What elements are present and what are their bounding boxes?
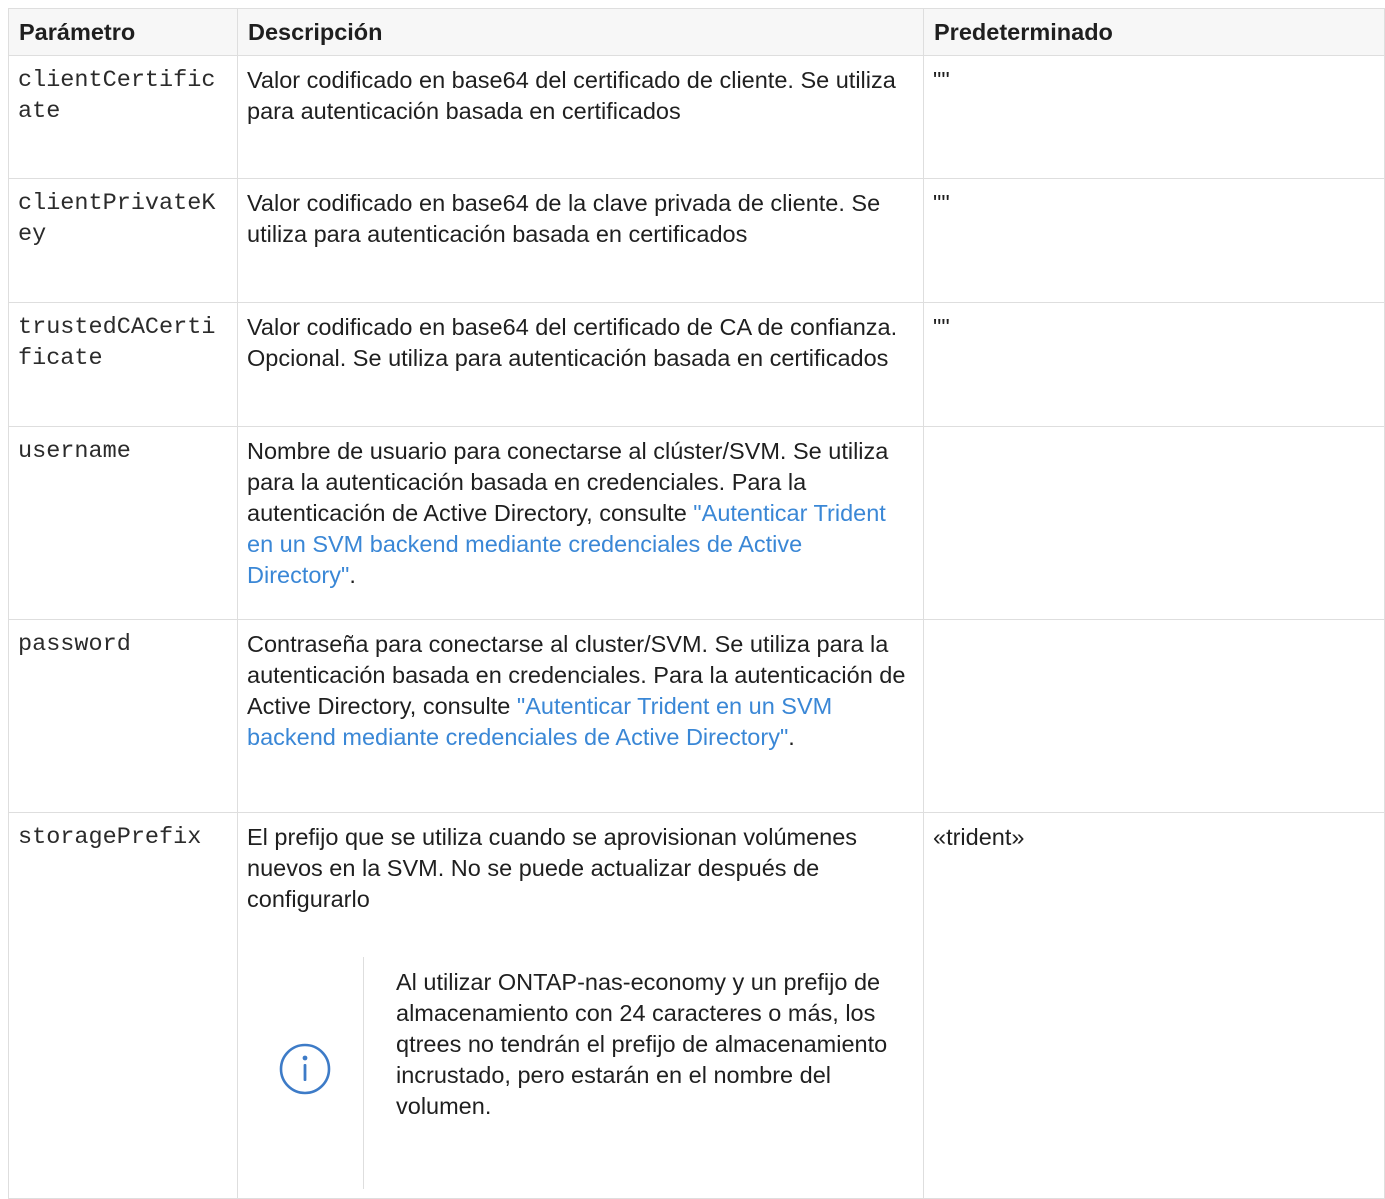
info-circle-icon xyxy=(277,1041,333,1105)
description-text: El prefijo que se utiliza cuando se apro… xyxy=(247,824,858,912)
description-text-end: . xyxy=(788,724,795,750)
param-default: "" xyxy=(923,55,1385,179)
param-default xyxy=(923,426,1385,620)
table-row: username Nombre de usuario para conectar… xyxy=(8,426,1385,620)
param-description: Valor codificado en base64 del certifica… xyxy=(237,302,924,427)
param-description: Valor codificado en base64 de la clave p… xyxy=(237,178,924,303)
param-default: «trident» xyxy=(923,812,1385,1199)
note-text: Al utilizar ONTAP-nas-economy y un prefi… xyxy=(396,969,888,1119)
param-name: clientCertificate xyxy=(8,55,238,179)
param-name: trustedCACertificate xyxy=(8,302,238,427)
header-description: Descripción xyxy=(237,8,924,56)
table-row: trustedCACertificate Valor codificado en… xyxy=(8,302,1385,427)
header-default: Predeterminado xyxy=(923,8,1385,56)
param-name: password xyxy=(8,619,238,813)
param-name: storagePrefix xyxy=(8,812,238,1199)
table-row: password Contraseña para conectarse al c… xyxy=(8,619,1385,813)
param-default xyxy=(923,619,1385,813)
param-name: clientPrivateKey xyxy=(8,178,238,303)
param-description: Nombre de usuario para conectarse al clú… xyxy=(237,426,924,620)
description-text-end: . xyxy=(349,562,356,588)
parameters-table: Parámetro Descripción Predeterminado cli… xyxy=(8,8,1385,1199)
table-row: clientPrivateKey Valor codificado en bas… xyxy=(8,178,1385,303)
note-icon-column xyxy=(247,957,364,1189)
table-row: storagePrefix El prefijo que se utiliza … xyxy=(8,812,1385,1199)
param-default: "" xyxy=(923,178,1385,303)
note-admonition: Al utilizar ONTAP-nas-economy y un prefi… xyxy=(247,957,915,1189)
table-row: clientCertificate Valor codificado en ba… xyxy=(8,55,1385,179)
param-description: Valor codificado en base64 del certifica… xyxy=(237,55,924,179)
param-description: Contraseña para conectarse al cluster/SV… xyxy=(237,619,924,813)
param-default: "" xyxy=(923,302,1385,427)
header-parameter: Parámetro xyxy=(8,8,238,56)
param-description: El prefijo que se utiliza cuando se apro… xyxy=(237,812,924,1199)
param-name: username xyxy=(8,426,238,620)
table-header-row: Parámetro Descripción Predeterminado xyxy=(8,8,1385,56)
